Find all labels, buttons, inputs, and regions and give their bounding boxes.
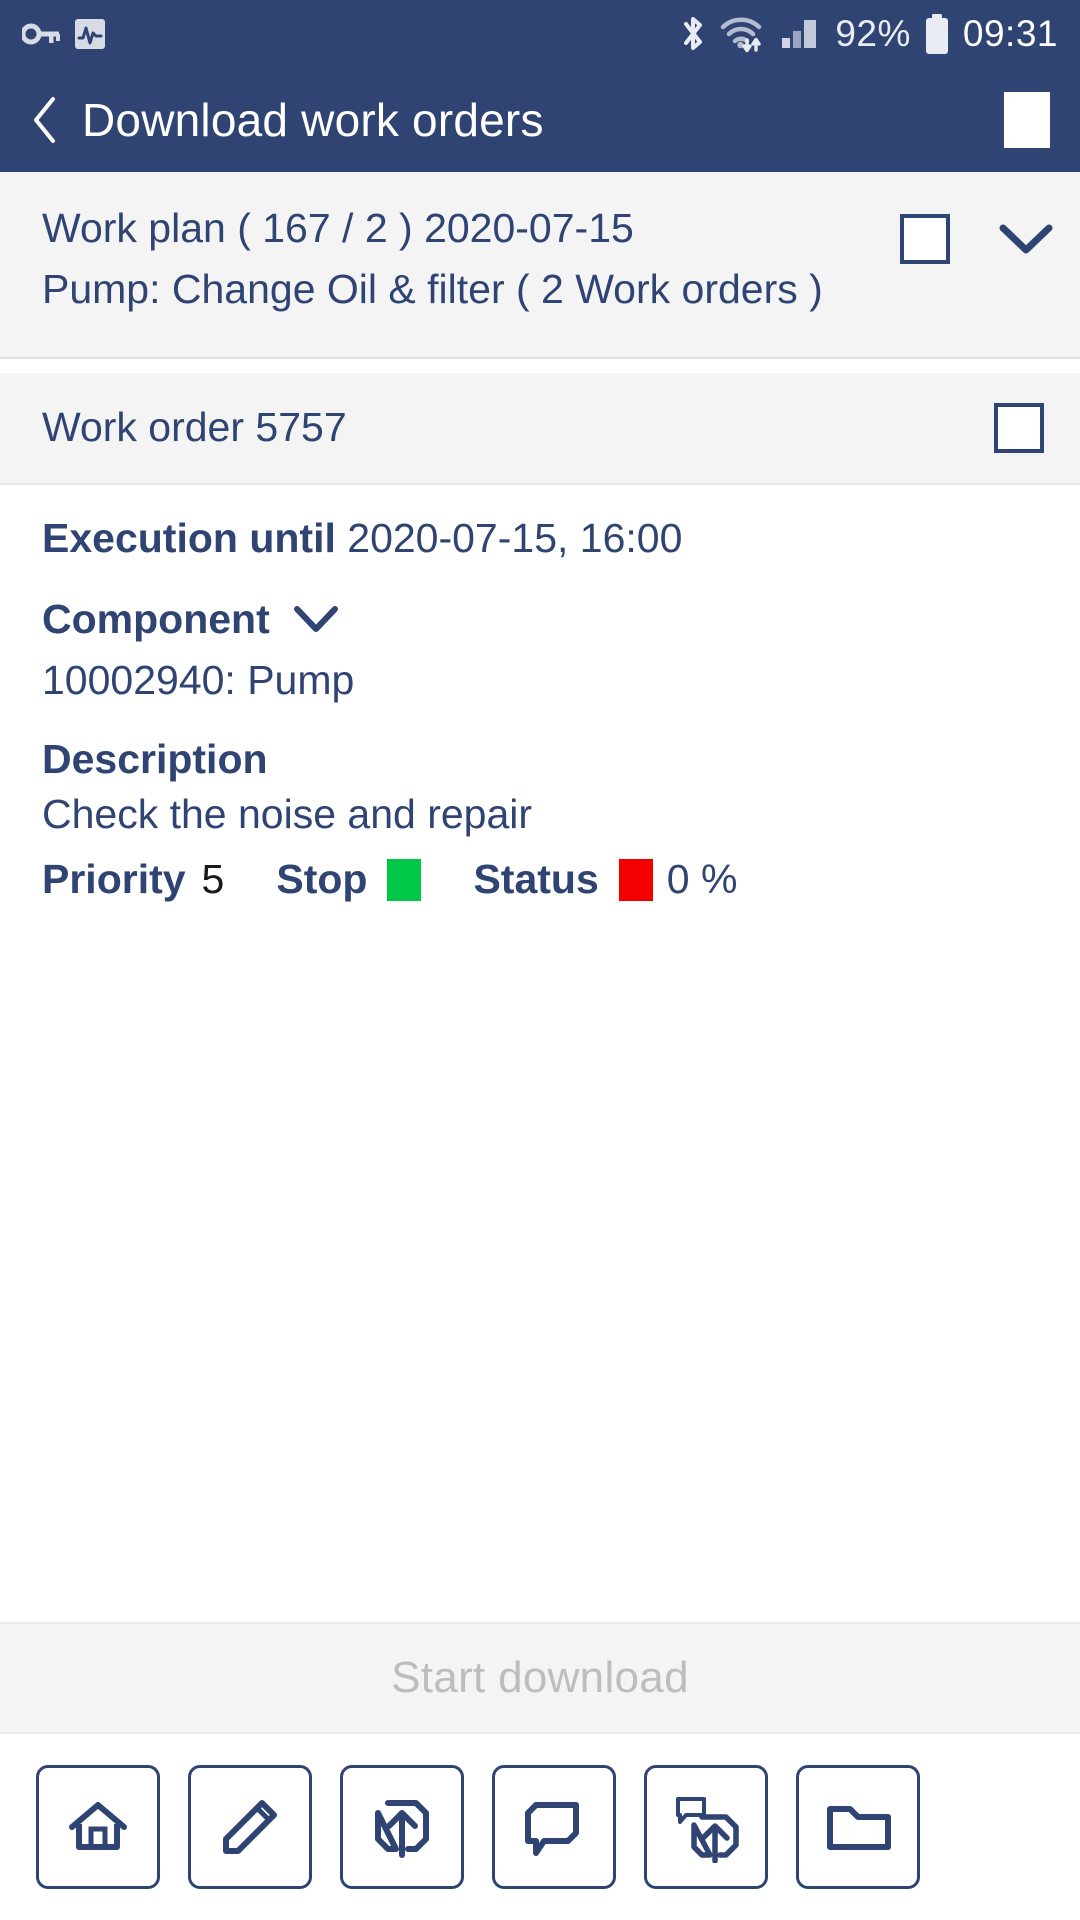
battery-percent-label: 92% bbox=[835, 13, 911, 54]
title-bar: Download work orders bbox=[0, 68, 1080, 172]
priority-label: Priority bbox=[42, 856, 186, 903]
work-order-header[interactable]: Work order 5757 bbox=[0, 372, 1080, 485]
start-download-button[interactable]: Start download bbox=[0, 1622, 1080, 1734]
stop-color-swatch bbox=[387, 858, 422, 901]
home-button[interactable] bbox=[36, 1765, 160, 1889]
work-order-checkbox[interactable] bbox=[994, 402, 1044, 453]
description-label: Description bbox=[42, 736, 268, 783]
bottom-toolbar bbox=[0, 1734, 1080, 1920]
work-plan-texts: Work plan ( 167 / 2 ) 2020-07-15 Pump: C… bbox=[42, 202, 900, 317]
status-label: Status bbox=[473, 856, 599, 903]
back-button[interactable] bbox=[28, 96, 62, 144]
status-color-swatch bbox=[618, 858, 653, 901]
work-order-details: Execution until 2020-07-15, 16:00 Compon… bbox=[0, 484, 1080, 1622]
priority-status-row: Priority 5 Stop Status 0 % bbox=[42, 856, 1038, 903]
comment-button[interactable] bbox=[492, 1765, 616, 1889]
execution-value: 2020-07-15, 16:00 bbox=[347, 514, 683, 561]
component-label: Component bbox=[42, 595, 270, 642]
battery-icon bbox=[924, 13, 950, 55]
execution-row: Execution until 2020-07-15, 16:00 bbox=[42, 513, 1038, 564]
page-title: Download work orders bbox=[82, 94, 544, 146]
component-label-row[interactable]: Component bbox=[42, 594, 1038, 645]
start-download-label: Start download bbox=[391, 1653, 689, 1702]
status-bar-left-icons bbox=[22, 18, 106, 50]
activity-icon bbox=[74, 18, 106, 50]
status-bar-right-icons: 92% 09:31 bbox=[680, 13, 1058, 55]
priority-value: 5 bbox=[201, 856, 225, 903]
description-row: Description Check the noise and repair P… bbox=[42, 734, 1038, 903]
signal-icon bbox=[780, 14, 822, 54]
status-percent-value: 0 % bbox=[666, 856, 738, 903]
edit-pencil-icon bbox=[214, 1791, 286, 1863]
component-row: Component 10002940: Pump bbox=[42, 594, 1038, 704]
key-icon bbox=[22, 21, 60, 47]
app-screen: 92% 09:31 Download work orders Work plan… bbox=[0, 0, 1080, 1920]
stop-label: Stop bbox=[276, 856, 368, 903]
work-plan-subtitle: Pump: Change Oil & filter ( 2 Work order… bbox=[42, 266, 823, 313]
edit-button[interactable] bbox=[188, 1765, 312, 1889]
comment-icon bbox=[518, 1791, 590, 1863]
home-icon bbox=[62, 1791, 134, 1863]
upload-icon bbox=[366, 1791, 438, 1863]
component-value: 10002940: Pump bbox=[42, 657, 355, 704]
description-value: Check the noise and repair bbox=[42, 791, 533, 838]
content-area: Work plan ( 167 / 2 ) 2020-07-15 Pump: C… bbox=[0, 172, 1080, 1622]
chevron-down-icon[interactable] bbox=[292, 604, 340, 634]
chevron-down-icon[interactable] bbox=[998, 222, 1054, 256]
section-spacer bbox=[0, 358, 1080, 373]
comment-upload-icon bbox=[670, 1791, 742, 1863]
work-plan-group[interactable]: Work plan ( 167 / 2 ) 2020-07-15 Pump: C… bbox=[0, 172, 1080, 359]
wifi-icon bbox=[719, 14, 767, 54]
folder-icon bbox=[822, 1791, 894, 1863]
clock-label: 09:31 bbox=[962, 13, 1058, 54]
bluetooth-icon bbox=[680, 14, 706, 54]
work-plan-title: Work plan ( 167 / 2 ) 2020-07-15 bbox=[42, 205, 634, 251]
work-order-title: Work order 5757 bbox=[42, 404, 347, 451]
status-bar: 92% 09:31 bbox=[0, 0, 1080, 68]
execution-label: Execution until bbox=[42, 514, 336, 561]
comment-upload-button[interactable] bbox=[644, 1765, 768, 1889]
work-plan-controls bbox=[900, 202, 1054, 264]
folder-button[interactable] bbox=[796, 1765, 920, 1889]
work-plan-checkbox[interactable] bbox=[900, 214, 950, 264]
select-all-box[interactable] bbox=[1004, 92, 1050, 148]
upload-button[interactable] bbox=[340, 1765, 464, 1889]
